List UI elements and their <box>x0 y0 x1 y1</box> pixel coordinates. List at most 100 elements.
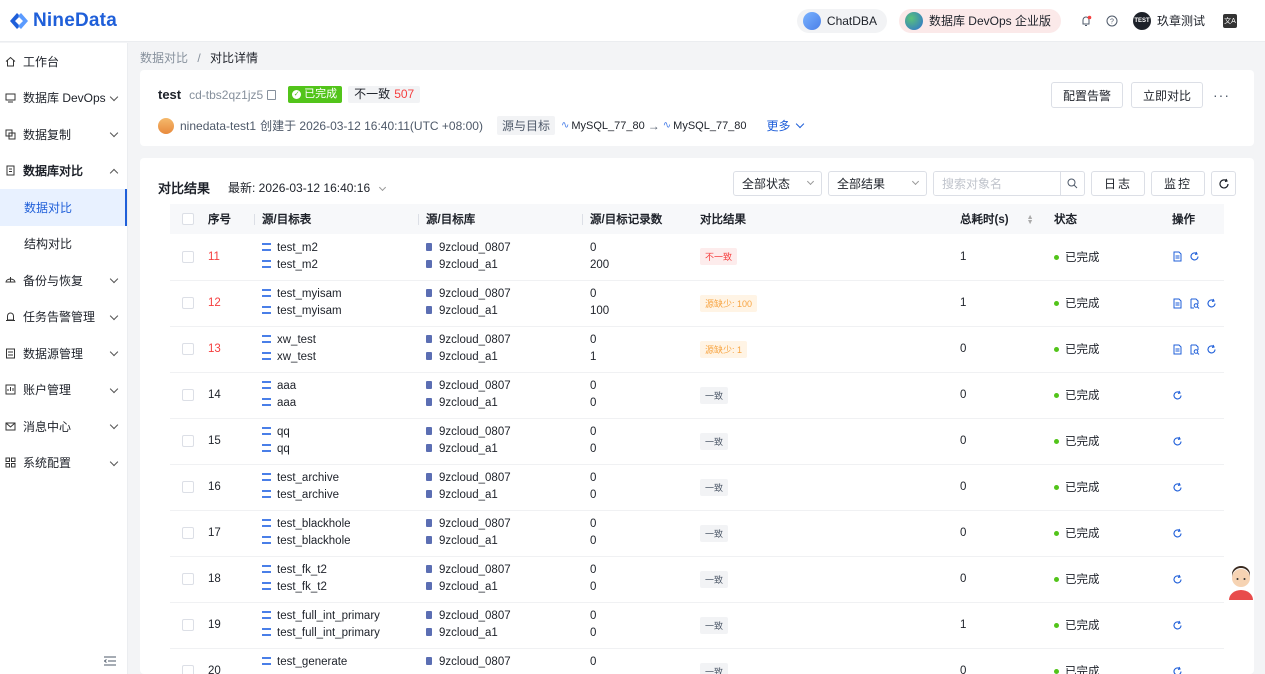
col-header-time[interactable]: 总耗时(s) ▲ ▼ <box>960 204 1054 234</box>
diff-search-icon[interactable] <box>1189 298 1200 309</box>
status-dot <box>1054 347 1059 352</box>
sidebar-item-backup[interactable]: 备份与恢复 <box>0 262 127 299</box>
breadcrumb-current: 对比详情 <box>210 51 259 65</box>
row-select-cell <box>170 556 208 603</box>
bell-icon[interactable] <box>1079 14 1093 28</box>
table-icon <box>262 628 271 636</box>
table-icon <box>262 352 271 360</box>
sidebar-item-account[interactable]: 账户管理 <box>0 372 127 409</box>
user-name[interactable]: 玖章测试 <box>1157 12 1205 29</box>
row-checkbox[interactable] <box>182 389 194 401</box>
result-filter-select[interactable]: 全部结果 <box>827 171 927 196</box>
table-row[interactable]: 19 test_full_int_primary test_full_int_pri… <box>170 602 1224 649</box>
more-link[interactable]: 更多 <box>767 117 804 134</box>
sidebar-subitem-data-compare[interactable]: 数据对比 <box>0 189 127 226</box>
diff-count-badge: 不一致 507 <box>348 86 421 103</box>
source-table: qq <box>277 426 290 438</box>
target-table: qq <box>277 443 290 455</box>
table-name-cell: test_generate <box>262 648 426 674</box>
help-icon[interactable]: ? <box>1105 14 1119 28</box>
row-checkbox[interactable] <box>182 297 194 309</box>
created-time: 创建于 2026-03-12 16:40:11(UTC +08:00) <box>260 119 483 133</box>
row-select-cell <box>170 418 208 465</box>
row-checkbox[interactable] <box>182 573 194 585</box>
target-table: test_archive <box>277 489 340 501</box>
row-select-cell <box>170 510 208 557</box>
table-row[interactable]: 17 test_blackhole test_blackhole 9zcloud_08… <box>170 510 1224 557</box>
sidebar: 工作台 数据库 DevOps 数据复制 数据库对比 数据对比 结构对比 备份与恢… <box>0 43 128 674</box>
row-checkbox[interactable] <box>182 343 194 355</box>
log-button[interactable]: 日志 <box>1090 171 1145 196</box>
latest-run-select[interactable]: 最新: 2026-03-12 16:40:16 <box>228 179 387 196</box>
recompare-icon[interactable] <box>1206 344 1217 355</box>
row-checkbox[interactable] <box>182 619 194 631</box>
breadcrumb-parent[interactable]: 数据对比 <box>140 51 188 65</box>
table-row[interactable]: 14 aaa aaa 9zcloud_0807 9zcloud_a1 0 0 一致 0 已完成 <box>170 372 1224 419</box>
sidebar-item-label: 备份与恢复 <box>23 273 84 288</box>
detail-doc-icon[interactable] <box>1172 344 1183 355</box>
configure-alarm-button[interactable]: 配置告警 <box>1050 82 1123 108</box>
edition-button[interactable]: 数据库 DevOps 企业版 <box>898 8 1061 33</box>
table-row[interactable]: 12 test_myisam test_myisam 9zcloud_0807 9zcl… <box>170 280 1224 327</box>
result-badge: 一致 <box>700 524 729 542</box>
recompare-icon[interactable] <box>1172 528 1183 539</box>
sidebar-item-label: 账户管理 <box>23 383 72 398</box>
collapse-sidebar-icon[interactable] <box>104 656 116 666</box>
sidebar-item-replication[interactable]: 数据复制 <box>0 116 127 153</box>
language-icon[interactable]: 文A <box>1223 13 1237 28</box>
detail-doc-icon[interactable] <box>1172 298 1183 309</box>
copy-icon[interactable] <box>267 89 277 100</box>
source-datasource[interactable]: MySQL_77_80 <box>571 120 644 132</box>
recompare-icon[interactable] <box>1172 436 1183 447</box>
table-row[interactable]: 11 test_m2 test_m2 9zcloud_0807 9zcloud_a1 0 2… <box>170 234 1224 281</box>
sidebar-subitem-structure-compare[interactable]: 结构对比 <box>0 226 127 263</box>
recompare-icon[interactable] <box>1206 298 1217 309</box>
target-table: xw_test <box>277 351 316 363</box>
sidebar-item-db-compare[interactable]: 数据库对比 <box>0 153 127 190</box>
row-checkbox[interactable] <box>182 665 194 674</box>
table-row[interactable]: 18 test_fk_t2 test_fk_t2 9zcloud_0807 9zclou… <box>170 556 1224 603</box>
detail-doc-icon[interactable] <box>1172 251 1183 262</box>
chatdba-button[interactable]: ChatDBA <box>796 8 887 33</box>
recompare-icon[interactable] <box>1189 251 1200 262</box>
select-all-checkbox[interactable] <box>182 213 194 225</box>
table-icon <box>262 306 271 314</box>
refresh-button[interactable] <box>1211 171 1236 196</box>
status-cell: 已完成 <box>1054 280 1172 327</box>
status-filter-select[interactable]: 全部状态 <box>732 171 822 196</box>
source-count: 0 <box>590 472 597 484</box>
chevron-down-icon <box>109 420 119 430</box>
table-row[interactable]: 16 test_archive test_archive 9zcloud_0807 9z… <box>170 464 1224 511</box>
search-button[interactable] <box>1059 172 1084 195</box>
more-actions-icon[interactable]: ··· <box>1213 87 1230 103</box>
recompare-icon[interactable] <box>1172 390 1183 401</box>
monitor-button[interactable]: 监控 <box>1150 171 1205 196</box>
row-checkbox[interactable] <box>182 527 194 539</box>
arrow-right-icon: → <box>647 118 660 133</box>
table-row[interactable]: 15 qq qq 9zcloud_0807 9zcloud_a1 0 0 一致 0 已完成 <box>170 418 1224 465</box>
compare-now-button[interactable]: 立即对比 <box>1130 82 1203 108</box>
table-row[interactable]: 20 test_generate 9zcloud_0807 0 一致 0 已完成 <box>170 648 1224 674</box>
search-input[interactable] <box>933 172 1060 195</box>
sidebar-item-datasource[interactable]: 数据源管理 <box>0 335 127 372</box>
row-checkbox[interactable] <box>182 250 194 263</box>
row-select-cell <box>170 280 208 327</box>
sidebar-item-workbench[interactable]: 工作台 <box>0 43 127 80</box>
recompare-icon[interactable] <box>1172 620 1183 631</box>
sidebar-item-alarm[interactable]: 任务告警管理 <box>0 299 127 336</box>
recompare-icon[interactable] <box>1172 482 1183 493</box>
user-avatar[interactable]: TEST <box>1132 11 1151 30</box>
sidebar-item-devops[interactable]: 数据库 DevOps <box>0 80 127 117</box>
status-cell: 已完成 <box>1054 326 1172 373</box>
row-checkbox[interactable] <box>182 435 194 447</box>
sidebar-item-messages[interactable]: 消息中心 <box>0 408 127 445</box>
recompare-icon[interactable] <box>1172 666 1183 674</box>
brand-logo[interactable]: NineData <box>8 10 117 32</box>
table-row[interactable]: 13 xw_test xw_test 9zcloud_0807 9zcloud_a1 0 1… <box>170 326 1224 373</box>
target-datasource[interactable]: MySQL_77_80 <box>673 120 746 132</box>
support-assistant-icon[interactable] <box>1226 566 1256 600</box>
sidebar-item-system[interactable]: 系统配置 <box>0 445 127 482</box>
diff-search-icon[interactable] <box>1189 344 1200 355</box>
row-checkbox[interactable] <box>182 481 194 493</box>
recompare-icon[interactable] <box>1172 574 1183 585</box>
